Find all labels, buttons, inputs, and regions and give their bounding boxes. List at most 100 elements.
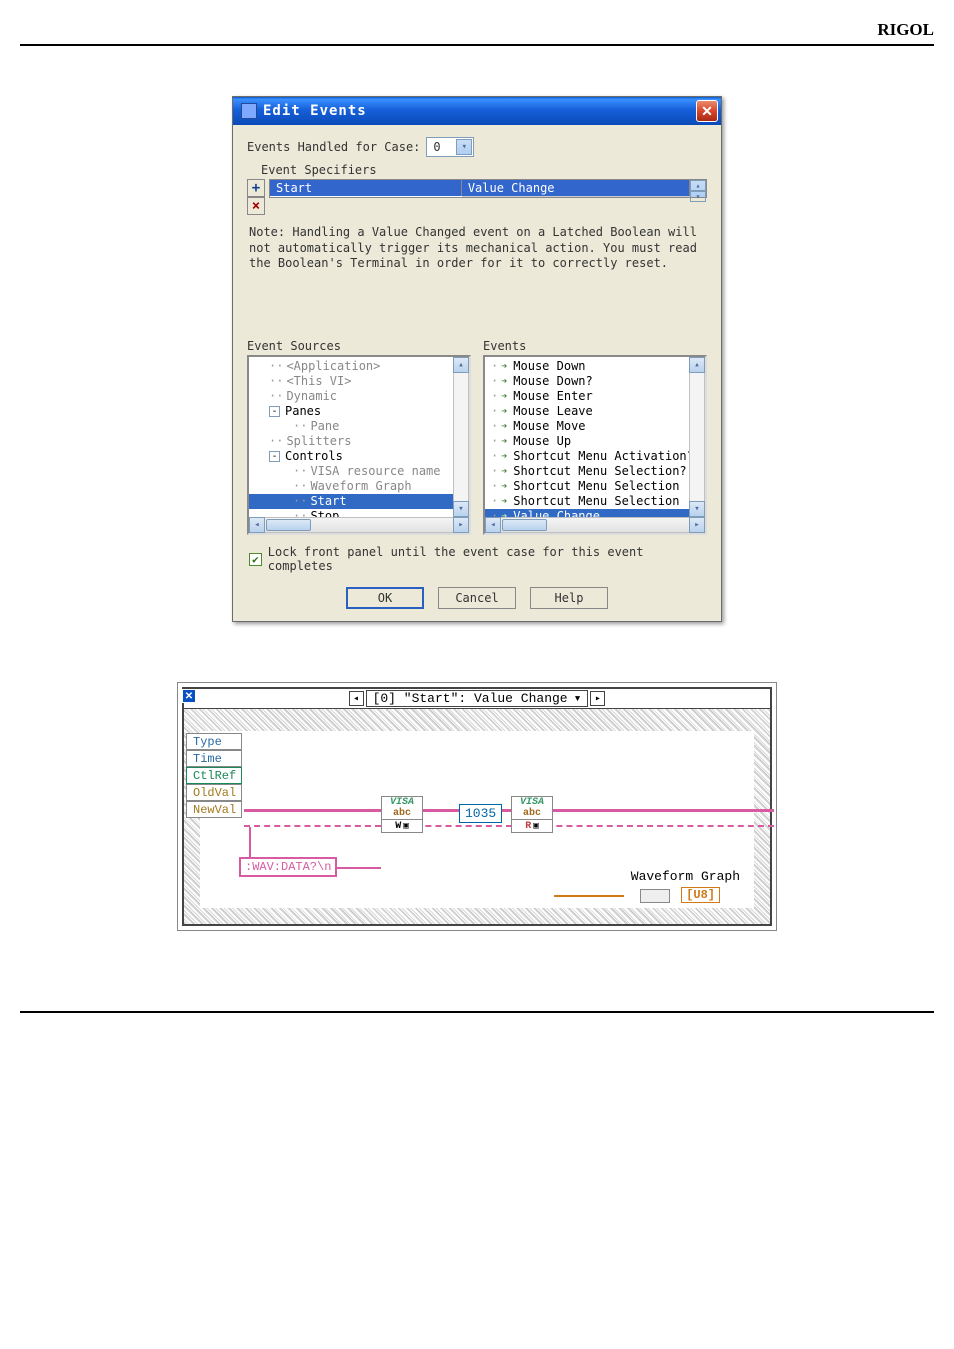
list-item[interactable]: ··Pane xyxy=(249,419,469,434)
list-item[interactable]: ··Waveform Graph xyxy=(249,479,469,494)
list-item[interactable]: ··<Application> xyxy=(249,359,469,374)
list-item[interactable]: ·➔Shortcut Menu Activation? xyxy=(485,449,705,464)
list-item-label: Value Change xyxy=(513,509,600,517)
list-item[interactable]: -Panes xyxy=(249,404,469,419)
arrow-right-icon: ➔ xyxy=(501,419,507,434)
list-item[interactable]: ·➔Mouse Leave xyxy=(485,404,705,419)
list-item[interactable]: ·➔Mouse Up xyxy=(485,434,705,449)
waveform-graph-terminal[interactable]: [U8] xyxy=(681,887,720,903)
check-icon: ✔ xyxy=(252,554,259,565)
list-item[interactable]: ·➔Shortcut Menu Selection (App xyxy=(485,479,705,494)
case-selector[interactable]: [0] "Start": Value Change ▾ xyxy=(366,690,589,707)
list-item-label: Shortcut Menu Activation? xyxy=(513,449,694,464)
scroll-up-icon[interactable]: ▴ xyxy=(689,357,705,373)
block-diagram: ✕ ◂ [0] "Start": Value Change ▾ ▸ Type T… xyxy=(177,682,777,931)
list-item-label: Pane xyxy=(310,419,339,434)
arrow-right-icon: ➔ xyxy=(501,449,507,464)
sources-hscroll[interactable]: ◂ ▸ xyxy=(249,517,469,533)
list-item-label: Start xyxy=(310,494,346,509)
command-string-constant[interactable]: :WAV:DATA?\n xyxy=(239,857,337,877)
chevron-down-icon[interactable]: ▾ xyxy=(456,139,472,155)
list-item-label: Panes xyxy=(285,404,321,419)
list-item[interactable]: ·➔Value Change xyxy=(485,509,705,517)
tree-dots-icon: · xyxy=(491,389,498,404)
sources-vscroll[interactable]: ▴ ▾ xyxy=(453,357,469,517)
list-item[interactable]: -Controls xyxy=(249,449,469,464)
byte-count-constant[interactable]: 1035 xyxy=(459,804,502,823)
term-type[interactable]: Type xyxy=(186,733,242,750)
tree-expander-icon[interactable]: - xyxy=(269,406,280,417)
cancel-button[interactable]: Cancel xyxy=(438,587,516,609)
event-structure[interactable]: ✕ ◂ [0] "Start": Value Change ▾ ▸ Type T… xyxy=(182,687,772,926)
scroll-left-icon[interactable]: ◂ xyxy=(485,517,501,533)
list-item[interactable]: ··Start xyxy=(249,494,469,509)
list-item-label: Mouse Enter xyxy=(513,389,592,404)
list-item[interactable]: ·➔Mouse Enter xyxy=(485,389,705,404)
list-item[interactable]: ··<This VI> xyxy=(249,374,469,389)
help-button[interactable]: Help xyxy=(530,587,608,609)
tree-dots-icon: · xyxy=(491,359,498,374)
next-case-button[interactable]: ▸ xyxy=(590,691,605,706)
case-select[interactable]: 0 ▾ xyxy=(426,137,474,157)
events-hscroll[interactable]: ◂ ▸ xyxy=(485,517,705,533)
specifier-scrollbar[interactable]: ▴ ▾ xyxy=(690,180,706,197)
scroll-down-icon[interactable]: ▾ xyxy=(690,191,706,202)
list-item[interactable]: ·➔Shortcut Menu Selection? (App) xyxy=(485,464,705,479)
arrow-right-icon: ➔ xyxy=(501,359,507,374)
list-item-label: <This VI> xyxy=(286,374,351,389)
remove-specifier-button[interactable]: × xyxy=(247,197,265,215)
list-item[interactable]: ··VISA resource name xyxy=(249,464,469,479)
list-item-label: <Application> xyxy=(286,359,380,374)
list-item-label: Waveform Graph xyxy=(310,479,411,494)
tree-dots-icon: · xyxy=(491,509,498,517)
specifier-source-cell[interactable]: Start xyxy=(270,180,462,196)
structure-close-icon[interactable]: ✕ xyxy=(182,689,196,703)
events-list[interactable]: ·➔Mouse Down·➔Mouse Down?·➔Mouse Enter·➔… xyxy=(483,355,707,535)
events-handled-label: Events Handled for Case: xyxy=(247,140,420,154)
list-item-label: Mouse Down? xyxy=(513,374,592,389)
scroll-down-icon[interactable]: ▾ xyxy=(689,501,705,517)
term-time[interactable]: Time xyxy=(186,750,242,767)
scroll-up-icon[interactable]: ▴ xyxy=(690,180,706,191)
tree-expander-icon[interactable]: - xyxy=(269,451,280,462)
tree-dots-icon: ·· xyxy=(293,509,307,517)
list-item-label: VISA resource name xyxy=(310,464,440,479)
brand-label: RIGOL xyxy=(20,20,934,46)
list-item-label: Mouse Up xyxy=(513,434,571,449)
scroll-right-icon[interactable]: ▸ xyxy=(453,517,469,533)
scroll-up-icon[interactable]: ▴ xyxy=(453,357,469,373)
scroll-right-icon[interactable]: ▸ xyxy=(689,517,705,533)
lock-panel-label: Lock front panel until the event case fo… xyxy=(268,545,707,573)
term-newval[interactable]: NewVal xyxy=(186,801,242,818)
list-item[interactable]: ·➔Mouse Down xyxy=(485,359,705,374)
case-value: 0 xyxy=(433,140,440,154)
scroll-down-icon[interactable]: ▾ xyxy=(453,501,469,517)
ok-button[interactable]: OK xyxy=(346,587,424,609)
visa-write-node[interactable]: VISA abc W▣ xyxy=(381,796,423,833)
convert-node[interactable] xyxy=(640,889,670,903)
visa-read-node[interactable]: VISA abc R▣ xyxy=(511,796,553,833)
events-vscroll[interactable]: ▴ ▾ xyxy=(689,357,705,517)
event-specifiers-label: Event Specifiers xyxy=(261,163,707,177)
close-button[interactable]: ✕ xyxy=(696,100,718,122)
prev-case-button[interactable]: ◂ xyxy=(349,691,364,706)
term-oldval[interactable]: OldVal xyxy=(186,784,242,801)
arrow-right-icon: ➔ xyxy=(501,464,507,479)
lock-panel-checkbox[interactable]: ✔ xyxy=(249,553,262,566)
chevron-down-icon[interactable]: ▾ xyxy=(574,691,582,706)
tree-dots-icon: ·· xyxy=(293,479,307,494)
specifier-event-cell[interactable]: Value Change xyxy=(462,180,690,196)
tree-dots-icon: · xyxy=(491,404,498,419)
term-ctlref[interactable]: CtlRef xyxy=(186,767,242,784)
footer-rule xyxy=(20,1011,934,1013)
list-item[interactable]: ··Stop xyxy=(249,509,469,517)
event-sources-list[interactable]: ··<Application>··<This VI>··Dynamic-Pane… xyxy=(247,355,471,535)
list-item[interactable]: ··Splitters xyxy=(249,434,469,449)
titlebar: Edit Events ✕ xyxy=(233,97,721,125)
list-item[interactable]: ·➔Shortcut Menu Selection (User xyxy=(485,494,705,509)
list-item[interactable]: ··Dynamic xyxy=(249,389,469,404)
list-item[interactable]: ·➔Mouse Down? xyxy=(485,374,705,389)
scroll-left-icon[interactable]: ◂ xyxy=(249,517,265,533)
list-item[interactable]: ·➔Mouse Move xyxy=(485,419,705,434)
add-specifier-button[interactable]: + xyxy=(247,179,265,197)
